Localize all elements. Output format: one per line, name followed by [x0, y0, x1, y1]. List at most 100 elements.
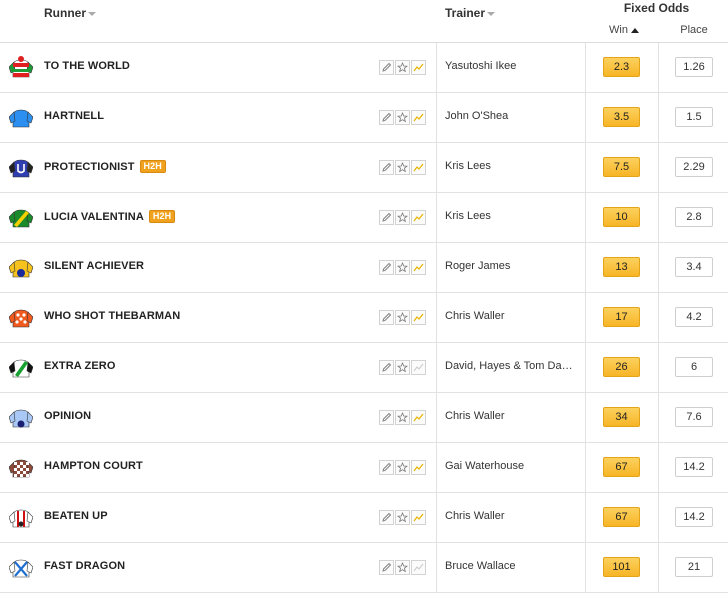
- runner-name-label: SILENT ACHIEVER: [44, 260, 145, 272]
- win-odds-button[interactable]: 3.5: [603, 107, 640, 127]
- trainer-column-header[interactable]: Trainer: [445, 6, 496, 20]
- form-trend-icon[interactable]: [411, 560, 426, 575]
- column-divider: [436, 193, 437, 242]
- runner-tools: [379, 310, 427, 325]
- column-divider: [658, 193, 659, 242]
- runner-name-label: PROTECTIONIST: [44, 161, 135, 173]
- form-trend-icon[interactable]: [411, 360, 426, 375]
- runner-row: HAMPTON COURT Gai Waterhouse 67 14.2: [0, 443, 728, 493]
- notes-pencil-icon[interactable]: [379, 560, 394, 575]
- form-trend-icon[interactable]: [411, 110, 426, 125]
- runner-name[interactable]: BEATEN UP: [44, 510, 108, 522]
- favourite-star-icon[interactable]: [395, 460, 410, 475]
- runner-name[interactable]: EXTRA ZERO: [44, 360, 116, 372]
- favourite-star-icon[interactable]: [395, 210, 410, 225]
- runner-name[interactable]: OPINION: [44, 410, 91, 422]
- place-odds-button[interactable]: 14.2: [675, 507, 713, 527]
- jockey-silk-icon: [8, 405, 34, 429]
- win-odds-button[interactable]: 17: [603, 307, 640, 327]
- favourite-star-icon[interactable]: [395, 410, 410, 425]
- column-divider: [585, 343, 586, 392]
- runner-tools: [379, 210, 427, 225]
- win-odds-button[interactable]: 2.3: [603, 57, 640, 77]
- notes-pencil-icon[interactable]: [379, 110, 394, 125]
- form-trend-icon[interactable]: [411, 410, 426, 425]
- favourite-star-icon[interactable]: [395, 560, 410, 575]
- favourite-star-icon[interactable]: [395, 360, 410, 375]
- runner-name-label: FAST DRAGON: [44, 560, 126, 572]
- place-odds-button[interactable]: 2.29: [675, 157, 713, 177]
- notes-pencil-icon[interactable]: [379, 60, 394, 75]
- runner-name[interactable]: LUCIA VALENTINA H2H: [44, 210, 176, 223]
- form-trend-icon[interactable]: [411, 210, 426, 225]
- win-odds-button[interactable]: 34: [603, 407, 640, 427]
- jockey-silk-icon: [8, 255, 34, 279]
- notes-pencil-icon[interactable]: [379, 160, 394, 175]
- runner-header-label: Runner: [44, 6, 86, 20]
- favourite-star-icon[interactable]: [395, 510, 410, 525]
- place-odds-button[interactable]: 3.4: [675, 257, 713, 277]
- favourite-star-icon[interactable]: [395, 110, 410, 125]
- favourite-star-icon[interactable]: [395, 260, 410, 275]
- column-divider: [658, 93, 659, 142]
- runner-name[interactable]: WHO SHOT THEBARMAN: [44, 310, 180, 322]
- trainer-name: Gai Waterhouse: [445, 460, 525, 472]
- place-odds-button[interactable]: 6: [675, 357, 713, 377]
- h2h-badge[interactable]: H2H: [148, 210, 176, 223]
- jockey-silk-icon: [8, 55, 34, 79]
- trainer-name: David, Hayes & Tom Dabernig: [445, 360, 577, 372]
- win-header-label: Win: [609, 24, 628, 36]
- notes-pencil-icon[interactable]: [379, 360, 394, 375]
- runner-name[interactable]: FAST DRAGON: [44, 560, 125, 572]
- runner-name[interactable]: HARTNELL: [44, 110, 104, 122]
- column-divider: [585, 543, 586, 592]
- form-trend-icon[interactable]: [411, 310, 426, 325]
- runner-name[interactable]: SILENT ACHIEVER: [44, 260, 144, 272]
- win-odds-button[interactable]: 67: [603, 457, 640, 477]
- runner-row: SILENT ACHIEVER Roger James 13 3.4: [0, 243, 728, 293]
- form-trend-icon[interactable]: [411, 260, 426, 275]
- notes-pencil-icon[interactable]: [379, 460, 394, 475]
- form-trend-icon[interactable]: [411, 460, 426, 475]
- place-odds-button[interactable]: 1.5: [675, 107, 713, 127]
- win-odds-button[interactable]: 10: [603, 207, 640, 227]
- favourite-star-icon[interactable]: [395, 160, 410, 175]
- place-column-header[interactable]: Place: [665, 24, 723, 36]
- h2h-badge[interactable]: H2H: [139, 160, 166, 173]
- runner-name[interactable]: PROTECTIONIST H2H: [44, 160, 166, 173]
- jockey-silk-icon: [8, 105, 34, 129]
- runner-name[interactable]: HAMPTON COURT: [44, 460, 143, 472]
- runner-tools: [379, 360, 427, 375]
- notes-pencil-icon[interactable]: [379, 210, 394, 225]
- place-odds-button[interactable]: 7.6: [675, 407, 713, 427]
- win-odds-button[interactable]: 101: [603, 557, 640, 577]
- form-trend-icon[interactable]: [411, 510, 426, 525]
- form-trend-icon[interactable]: [411, 160, 426, 175]
- place-odds-button[interactable]: 4.2: [675, 307, 713, 327]
- column-divider: [658, 43, 659, 92]
- place-odds-button[interactable]: 21: [675, 557, 713, 577]
- trainer-name: Yasutoshi Ikee: [445, 60, 517, 72]
- favourite-star-icon[interactable]: [395, 60, 410, 75]
- favourite-star-icon[interactable]: [395, 310, 410, 325]
- place-odds-button[interactable]: 2.8: [675, 207, 713, 227]
- place-odds-button[interactable]: 14.2: [675, 457, 713, 477]
- place-odds-button[interactable]: 1.26: [675, 57, 713, 77]
- win-odds-button[interactable]: 67: [603, 507, 640, 527]
- form-trend-icon[interactable]: [411, 60, 426, 75]
- runner-name[interactable]: TO THE WORLD: [44, 60, 130, 72]
- jockey-silk-icon: [8, 305, 34, 329]
- win-column-header[interactable]: Win: [600, 24, 648, 36]
- column-divider: [436, 543, 437, 592]
- runner-column-header[interactable]: Runner: [44, 6, 96, 20]
- notes-pencil-icon[interactable]: [379, 310, 394, 325]
- notes-pencil-icon[interactable]: [379, 410, 394, 425]
- win-odds-button[interactable]: 13: [603, 257, 640, 277]
- win-odds-button[interactable]: 26: [603, 357, 640, 377]
- win-odds-button[interactable]: 7.5: [603, 157, 640, 177]
- runner-name-label: OPINION: [44, 410, 92, 422]
- notes-pencil-icon[interactable]: [379, 260, 394, 275]
- jockey-silk-icon: [8, 355, 34, 379]
- notes-pencil-icon[interactable]: [379, 510, 394, 525]
- trainer-name: Chris Waller: [445, 310, 505, 322]
